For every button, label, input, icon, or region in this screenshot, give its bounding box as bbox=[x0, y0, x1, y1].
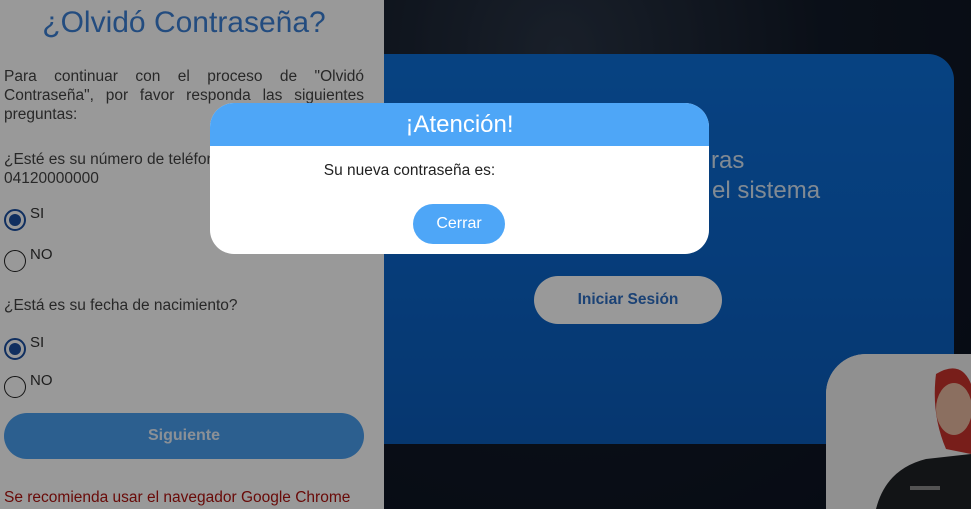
close-button[interactable]: Cerrar bbox=[413, 204, 505, 244]
modal-backdrop[interactable] bbox=[0, 0, 971, 509]
alert-dialog: ¡Atención! Su nueva contraseña es: Cerra… bbox=[210, 103, 709, 254]
dialog-message: Su nueva contraseña es: bbox=[323, 162, 496, 179]
dialog-title: ¡Atención! bbox=[210, 103, 709, 146]
